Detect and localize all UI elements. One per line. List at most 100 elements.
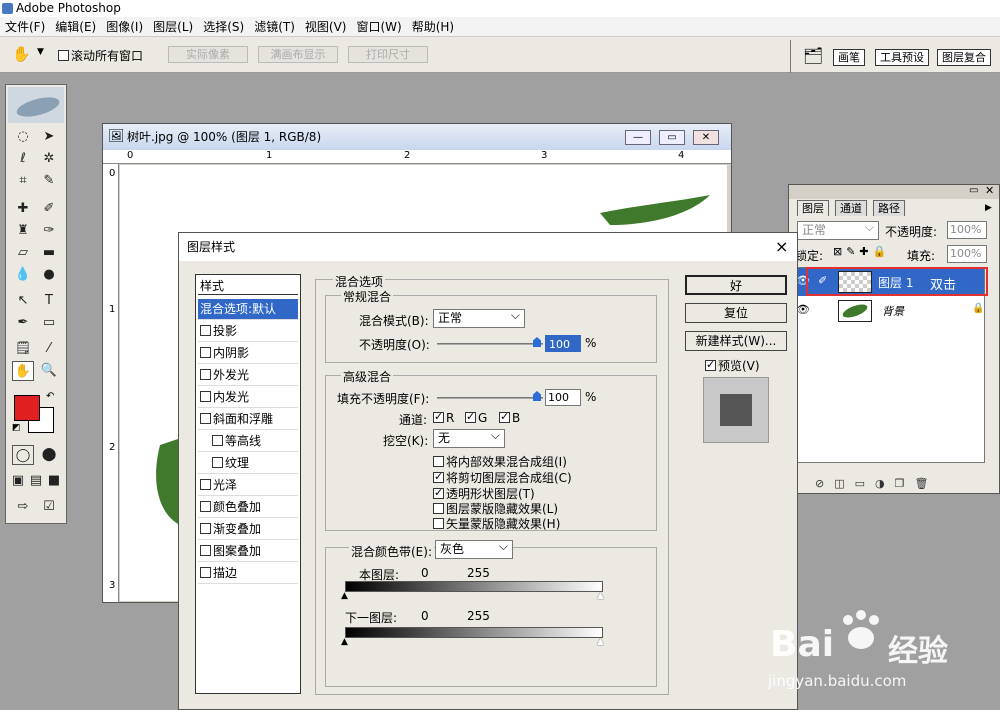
style-outer-glow[interactable]: 外发光 (198, 365, 298, 386)
layer-row[interactable]: 👁 背景 🔒 (794, 298, 984, 324)
opacity-input[interactable]: 100 (545, 335, 581, 352)
clone-stamp-icon[interactable]: ♜ (12, 221, 34, 241)
layers-panel-titlebar[interactable]: ▭ ✕ (789, 184, 999, 199)
channel-b-checkbox[interactable] (499, 410, 510, 423)
history-brush-icon[interactable]: ✑ (38, 221, 60, 241)
default-colors-icon[interactable]: ◩ (12, 423, 21, 433)
brush-tool-icon[interactable]: ✐ (38, 199, 60, 219)
style-drop-shadow[interactable]: 投影 (198, 321, 298, 342)
delete-layer-icon[interactable]: 🗑 (915, 477, 939, 490)
screen-mode-standard-icon[interactable]: ▣ (10, 471, 26, 491)
channel-g-checkbox[interactable] (465, 410, 476, 423)
slice-tool-icon[interactable]: ✎ (38, 171, 60, 191)
vector-mask-hides[interactable]: 矢量蒙版隐藏效果(H) (433, 515, 560, 532)
dodge-tool-icon[interactable]: ● (38, 265, 60, 285)
actual-pixels-button[interactable]: 实际像素 (168, 46, 248, 63)
panel-minimize-icon[interactable]: ▭ (969, 185, 978, 196)
tab-paths[interactable]: 路径 (873, 200, 905, 216)
new-layer-icon[interactable]: ❐ (895, 477, 915, 490)
lock-options-icon[interactable]: ⊠✎✚🔒 (833, 245, 890, 258)
eraser-tool-icon[interactable]: ▱ (12, 243, 34, 263)
fit-screen-button[interactable]: 满画布显示 (258, 46, 338, 63)
add-mask-icon[interactable]: ◫ (834, 477, 854, 490)
adjustment-layer-icon[interactable]: ◑ (875, 477, 895, 490)
new-group-icon[interactable]: ▭ (855, 477, 875, 490)
channel-r[interactable]: R (433, 410, 454, 425)
new-style-button[interactable]: 新建样式(W)... (685, 331, 787, 351)
zoom-tool-icon[interactable]: 🔍 (38, 361, 60, 381)
healing-brush-icon[interactable]: ✚ (12, 199, 34, 219)
layer-actions-bar[interactable]: ⊘◫▭◑❐🗑 (815, 477, 938, 490)
panel-close-icon[interactable]: ✕ (985, 184, 994, 197)
reset-button[interactable]: 复位 (685, 303, 787, 323)
menu-filter[interactable]: 滤镜(T) (249, 18, 300, 35)
tool-preset-dropdown-icon[interactable]: ▼ (37, 47, 44, 57)
gradient-tool-icon[interactable]: ▬ (38, 243, 60, 263)
outer-glow-checkbox[interactable] (200, 369, 211, 380)
menu-help[interactable]: 帮助(H) (407, 18, 459, 35)
inner-shadow-checkbox[interactable] (200, 347, 211, 358)
document-titlebar[interactable]: 🖼 树叶.jpg @ 100% (图层 1, RGB/8) — ▭ ✕ (103, 124, 731, 150)
tab-channels[interactable]: 通道 (835, 200, 867, 216)
lasso-tool-icon[interactable]: ℓ (12, 149, 34, 169)
magic-wand-tool-icon[interactable]: ✲ (38, 149, 60, 169)
screen-mode-full-menu-icon[interactable]: ▤ (28, 471, 44, 491)
marquee-tool-icon[interactable]: ◌ (12, 127, 34, 147)
menu-select[interactable]: 选择(S) (198, 18, 249, 35)
minimize-button[interactable]: — (625, 130, 651, 145)
preview-checkbox[interactable] (705, 358, 716, 371)
contour-checkbox[interactable] (212, 435, 223, 446)
close-icon[interactable]: × (775, 233, 788, 261)
edit-in-imageready-icon[interactable]: ☑ (38, 497, 60, 517)
type-tool-icon[interactable]: T (38, 291, 60, 311)
style-blend-options[interactable]: 混合选项:默认 (198, 299, 298, 320)
well-tab-brushes[interactable]: 画笔 (833, 49, 865, 66)
menu-edit[interactable]: 编辑(E) (50, 18, 101, 35)
style-gradient-overlay[interactable]: 渐变叠加 (198, 519, 298, 540)
well-tab-layer-comps[interactable]: 图层复合 (937, 49, 991, 66)
satin-checkbox[interactable] (200, 479, 211, 490)
style-pattern-overlay[interactable]: 图案叠加 (198, 541, 298, 562)
vertical-ruler[interactable]: 0 1 2 3 (103, 164, 119, 602)
hand-tool-icon[interactable]: ✋ (12, 45, 31, 63)
blend-mode-select[interactable]: 正常 (433, 307, 525, 328)
blend-interior-checkbox[interactable] (433, 456, 444, 467)
panel-menu-icon[interactable]: ▶ (985, 203, 992, 213)
tab-layers[interactable]: 图层 (797, 200, 829, 216)
texture-checkbox[interactable] (212, 457, 223, 468)
jump-to-imageready-icon[interactable]: ⇨ (12, 497, 34, 517)
channel-b[interactable]: B (499, 410, 520, 425)
knockout-select[interactable]: 无 (433, 427, 505, 448)
fill-opacity-slider[interactable] (437, 397, 543, 399)
style-texture[interactable]: 纹理 (198, 453, 298, 474)
screen-mode-full-icon[interactable]: ■ (46, 471, 62, 491)
menu-window[interactable]: 窗口(W) (351, 18, 406, 35)
swap-colors-icon[interactable]: ↶ (46, 391, 54, 402)
underlying-gradient[interactable] (345, 627, 603, 638)
hand-tool-active-icon[interactable]: ✋ (12, 361, 34, 381)
print-size-button[interactable]: 打印尺寸 (348, 46, 428, 63)
menu-image[interactable]: 图像(I) (101, 18, 148, 35)
channel-r-checkbox[interactable] (433, 410, 444, 423)
this-layer-white-slider[interactable]: ▲ (597, 591, 604, 601)
underlying-black-slider[interactable]: ▲ (341, 637, 348, 647)
dialog-titlebar[interactable]: 图层样式 × (179, 233, 797, 261)
gradient-overlay-checkbox[interactable] (200, 523, 211, 534)
eyedropper-tool-icon[interactable]: ⁄ (38, 339, 60, 359)
styles-header[interactable]: 样式 (198, 277, 298, 295)
file-browser-icon[interactable]: 🗂 (803, 46, 823, 65)
opacity-slider[interactable] (437, 343, 543, 345)
style-contour[interactable]: 等高线 (198, 431, 298, 452)
this-layer-black-slider[interactable]: ▲ (341, 591, 348, 601)
vector-mask-hides-checkbox[interactable] (433, 518, 444, 529)
style-stroke[interactable]: 描边 (198, 563, 298, 584)
layer-thumbnail[interactable] (838, 300, 872, 322)
menu-file[interactable]: 文件(F) (0, 18, 50, 35)
stroke-checkbox[interactable] (200, 567, 211, 578)
ok-button[interactable]: 好 (685, 275, 787, 295)
layer-opacity-input[interactable]: 100% (947, 221, 987, 239)
scroll-all-checkbox[interactable] (58, 50, 69, 61)
blend-clipped-checkbox[interactable] (433, 470, 444, 483)
quickmask-mode-icon[interactable]: ⬤ (38, 445, 60, 465)
menu-view[interactable]: 视图(V) (300, 18, 352, 35)
